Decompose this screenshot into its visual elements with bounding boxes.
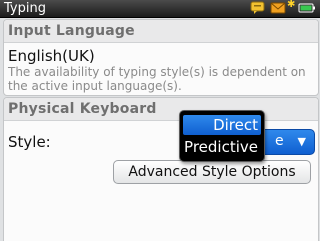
style-option-direct[interactable]: Direct — [183, 115, 261, 135]
screen-title: Typing — [4, 1, 46, 16]
style-select-value: e — [275, 133, 284, 149]
chevron-down-icon: ▼ — [297, 135, 306, 148]
chat-icon[interactable] — [250, 1, 266, 15]
style-dropdown-menu: Direct Predictive — [179, 110, 265, 162]
title-bar: Typing ✱ — [0, 0, 320, 18]
star-icon: ✱ — [287, 0, 296, 10]
advanced-style-options-button[interactable]: Advanced Style Options — [113, 160, 311, 184]
message-icon[interactable] — [270, 1, 286, 15]
input-language-header-label: Input Language — [8, 23, 135, 39]
input-language-value[interactable]: English(UK) — [8, 47, 95, 65]
physical-keyboard-header-label: Physical Keyboard — [8, 101, 157, 117]
style-option-predictive[interactable]: Predictive — [183, 137, 261, 157]
input-language-note: The availability of typing style(s) is d… — [8, 65, 306, 93]
physical-keyboard-header: Physical Keyboard — [4, 98, 318, 121]
battery-icon — [298, 3, 315, 13]
input-language-panel: Input Language English(UK) The availabil… — [3, 19, 319, 96]
input-language-header: Input Language — [4, 20, 318, 43]
style-label: Style: — [8, 133, 51, 151]
physical-keyboard-panel: Physical Keyboard Style: e ▼ Advanced St… — [3, 97, 319, 241]
